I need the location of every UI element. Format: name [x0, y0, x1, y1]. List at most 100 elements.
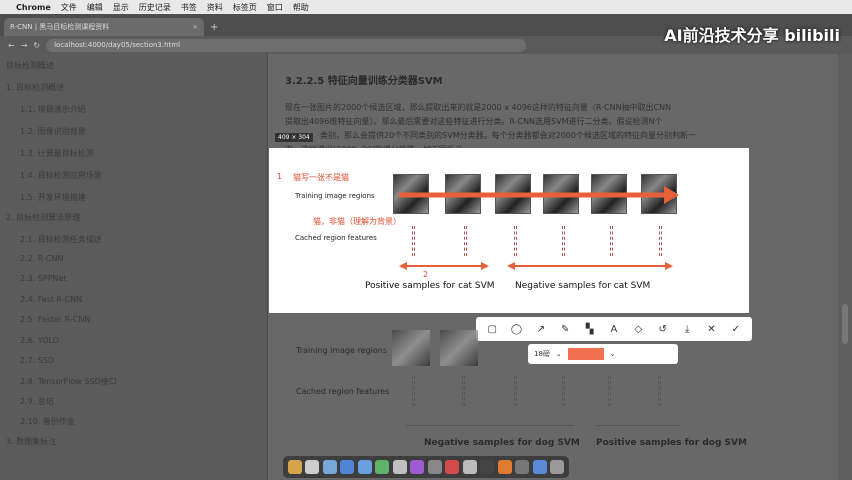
neg-arrowhead-left: [507, 262, 515, 270]
forward-icon[interactable]: →: [21, 41, 28, 50]
menu-window[interactable]: 窗口: [267, 2, 283, 13]
feature-bar: [462, 376, 465, 406]
toc-item[interactable]: 2.3. SPPNet: [20, 274, 67, 283]
toc-item[interactable]: 1.3. 计算最目标检测: [20, 148, 94, 159]
dock-app-icon[interactable]: [357, 460, 372, 474]
text-icon[interactable]: A: [605, 324, 623, 335]
scrollbar[interactable]: [838, 54, 852, 480]
feature-bar: [562, 376, 565, 406]
scrollbar-thumb[interactable]: [842, 304, 848, 344]
dock-app-icon[interactable]: [532, 460, 547, 474]
toc-item[interactable]: 1.2. 图像识别背景: [20, 126, 86, 137]
paragraph-line: 现在一张图片的2000个候选区域，那么提取出来的就是2000 x 4096这样的…: [285, 103, 672, 112]
toc-item[interactable]: 1.4. 目标检测应用场景: [20, 170, 102, 181]
pos-arrowhead-right: [481, 262, 489, 270]
dock-app-icon[interactable]: [322, 460, 337, 474]
menu-profiles[interactable]: 资料: [207, 2, 223, 13]
feature-bar: [514, 376, 517, 406]
menu-file[interactable]: 文件: [61, 2, 77, 13]
watermark-logo: bilibili: [784, 26, 840, 45]
neg-arrowhead-right: [665, 262, 673, 270]
browser-tab[interactable]: R-CNN | 黑马目标检测课程资料 ×: [4, 18, 204, 36]
toc-item[interactable]: 2.10. 备份作业: [20, 416, 75, 427]
dock-app-icon[interactable]: [392, 460, 407, 474]
menu-history[interactable]: 历史记录: [139, 2, 171, 13]
undo-icon[interactable]: ↺: [654, 324, 672, 335]
region-thumb: [440, 330, 478, 366]
color-swatch[interactable]: [567, 348, 604, 360]
ellipse-icon[interactable]: ◯: [508, 324, 526, 335]
negative-samples-label: Negative samples for cat SVM: [515, 281, 651, 291]
save-icon[interactable]: ⤓: [678, 324, 696, 335]
pen-icon[interactable]: ✎: [556, 324, 574, 335]
dock-app-icon[interactable]: [445, 460, 460, 474]
neg-range-arrow: [406, 425, 574, 426]
toc-item[interactable]: 3. 数据集标注: [6, 436, 56, 447]
dock: [283, 456, 569, 478]
menu-edit[interactable]: 编辑: [87, 2, 103, 13]
toc-item[interactable]: 1. 目标检测概述: [6, 82, 64, 93]
mac-menubar: Chrome 文件 编辑 显示 历史记录 书签 资料 标签页 窗口 帮助: [0, 0, 852, 14]
dock-app-icon[interactable]: [375, 460, 390, 474]
selection-size-label: 409 × 304: [275, 133, 313, 142]
toc-title: 目标检测概述: [6, 61, 54, 70]
color-dropdown-icon[interactable]: ⌄: [610, 350, 616, 358]
toc-item[interactable]: 2. 目标检测算法原理: [6, 212, 80, 223]
menu-help[interactable]: 帮助: [293, 2, 309, 13]
check-icon[interactable]: ✓: [727, 324, 745, 335]
feature-bar: [562, 226, 565, 256]
feature-bar: [514, 226, 517, 256]
dock-app-icon[interactable]: [410, 460, 425, 474]
negative-dog-label: Negative samples for dog SVM: [424, 438, 580, 448]
dock-app-icon[interactable]: [340, 460, 355, 474]
url-text: localhost:4000/day05/section3.html: [54, 41, 181, 49]
screenshot-selection[interactable]: 1 猫写一张不是猫 Training image regions 猫，非猫（理解…: [269, 148, 749, 313]
toc-item[interactable]: 2.6. YOLO: [20, 336, 59, 345]
reload-icon[interactable]: ↻: [33, 41, 40, 50]
feature-bar: [608, 376, 611, 406]
feature-bar: [412, 376, 415, 406]
toc-item[interactable]: 1.5. 开发环境搭建: [20, 192, 86, 203]
tab-close-icon[interactable]: ×: [192, 23, 198, 31]
toc-item[interactable]: 2.2. R-CNN: [20, 254, 63, 263]
app-menu-chrome[interactable]: Chrome: [16, 3, 51, 12]
close-icon[interactable]: ✕: [702, 324, 720, 335]
dock-app-icon[interactable]: [427, 460, 442, 474]
dock-app-icon[interactable]: [462, 460, 477, 474]
toc-item[interactable]: 2.8. TensorFlow SSD接口: [20, 376, 117, 387]
dock-app-icon[interactable]: [497, 460, 512, 474]
font-size-value[interactable]: 18磅: [534, 349, 550, 359]
toc-item[interactable]: 2.7. SSD: [20, 356, 54, 365]
annotation-arrowhead: [664, 186, 679, 204]
dock-app-icon[interactable]: [550, 460, 565, 474]
pos-arrowhead-left: [399, 262, 407, 270]
feature-bar: [658, 376, 661, 406]
toc-item[interactable]: 2.4. Fast R-CNN: [20, 295, 82, 304]
url-field[interactable]: localhost:4000/day05/section3.html: [46, 38, 527, 52]
dock-app-icon[interactable]: [480, 460, 495, 474]
paragraph-line: 类别，那么会提供20个不同类别的SVM分类器。每个分类器都会对2000个候选区域…: [320, 131, 696, 140]
mosaic-icon[interactable]: ▚: [581, 324, 599, 335]
menu-view[interactable]: 显示: [113, 2, 129, 13]
region-thumb: [392, 330, 430, 366]
toc-item[interactable]: 2.9. 总结: [20, 396, 54, 407]
menu-bookmarks[interactable]: 书签: [181, 2, 197, 13]
dock-app-icon[interactable]: [287, 460, 302, 474]
eraser-icon[interactable]: ◇: [629, 324, 647, 335]
font-size-dropdown-icon[interactable]: ⌄: [556, 350, 562, 358]
menu-tab[interactable]: 标签页: [233, 2, 257, 13]
feature-bar: [610, 226, 613, 256]
toc-item[interactable]: 1.1. 项目演示介绍: [20, 104, 86, 115]
dock-app-icon[interactable]: [305, 460, 320, 474]
annotation-number: 2: [423, 270, 429, 279]
positive-dog-label: Positive samples for dog SVM: [596, 438, 747, 448]
dock-app-icon[interactable]: [515, 460, 530, 474]
new-tab-icon[interactable]: +: [210, 22, 218, 33]
row-label-cached: Cached region features: [296, 387, 390, 396]
rect-icon[interactable]: ▢: [483, 324, 501, 335]
screen: Chrome 文件 编辑 显示 历史记录 书签 资料 标签页 窗口 帮助 R-C…: [0, 0, 852, 480]
toc-item[interactable]: 2.5. Faster R-CNN: [20, 315, 90, 324]
toc-item[interactable]: 2.1. 目标检测任务描述: [20, 234, 102, 245]
arrow-icon[interactable]: ↗: [532, 324, 550, 335]
back-icon[interactable]: ←: [8, 41, 15, 50]
